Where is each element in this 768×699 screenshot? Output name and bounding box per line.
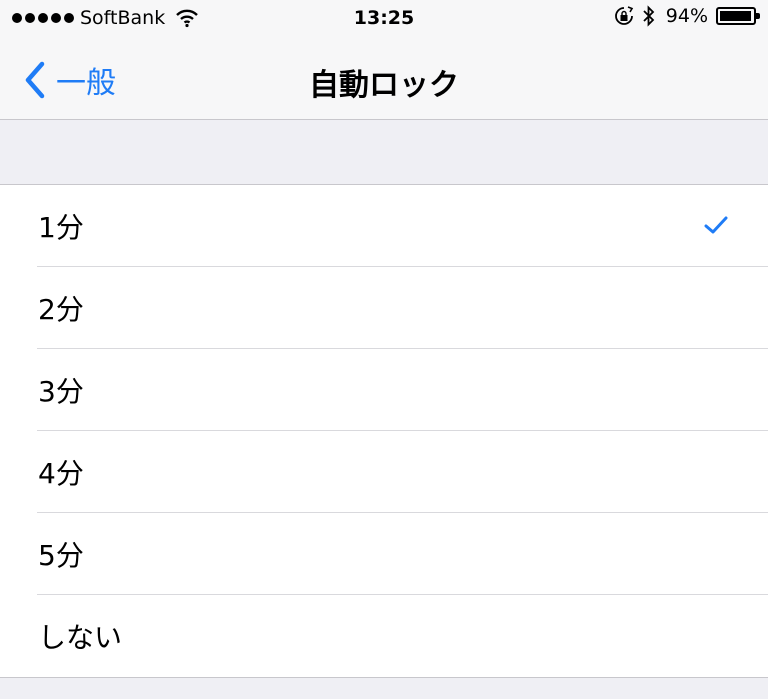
option-row-3min[interactable]: 3分 <box>0 349 768 431</box>
navigation-bar: 一般 自動ロック <box>0 40 768 120</box>
battery-percent: 94% <box>665 5 708 27</box>
rotation-lock-icon <box>614 6 633 25</box>
option-row-2min[interactable]: 2分 <box>0 267 768 349</box>
status-right: 94% <box>614 5 760 27</box>
bluetooth-icon <box>643 5 655 27</box>
top-bar: SoftBank 13:25 94% 一般 自動ロック <box>0 0 768 120</box>
option-row-1min[interactable]: 1分 <box>0 185 768 267</box>
auto-lock-options-list: 1分 2分 3分 4分 5分 しない <box>0 184 768 678</box>
option-label: 2分 <box>38 293 84 326</box>
option-row-4min[interactable]: 4分 <box>0 431 768 513</box>
option-row-5min[interactable]: 5分 <box>0 513 768 595</box>
battery-icon <box>716 7 760 25</box>
option-label: 5分 <box>38 539 84 572</box>
option-label: 3分 <box>38 375 84 408</box>
page-title: 自動ロック <box>309 68 459 103</box>
option-label: しない <box>38 621 123 654</box>
status-bar: SoftBank 13:25 94% <box>0 0 768 40</box>
checkmark-icon <box>704 216 728 234</box>
option-row-never[interactable]: しない <box>0 595 768 677</box>
screen: SoftBank 13:25 94% 一般 自動ロック 1分 2分 3分 4分 … <box>0 0 768 699</box>
option-label: 4分 <box>38 457 84 490</box>
option-label: 1分 <box>38 211 84 244</box>
